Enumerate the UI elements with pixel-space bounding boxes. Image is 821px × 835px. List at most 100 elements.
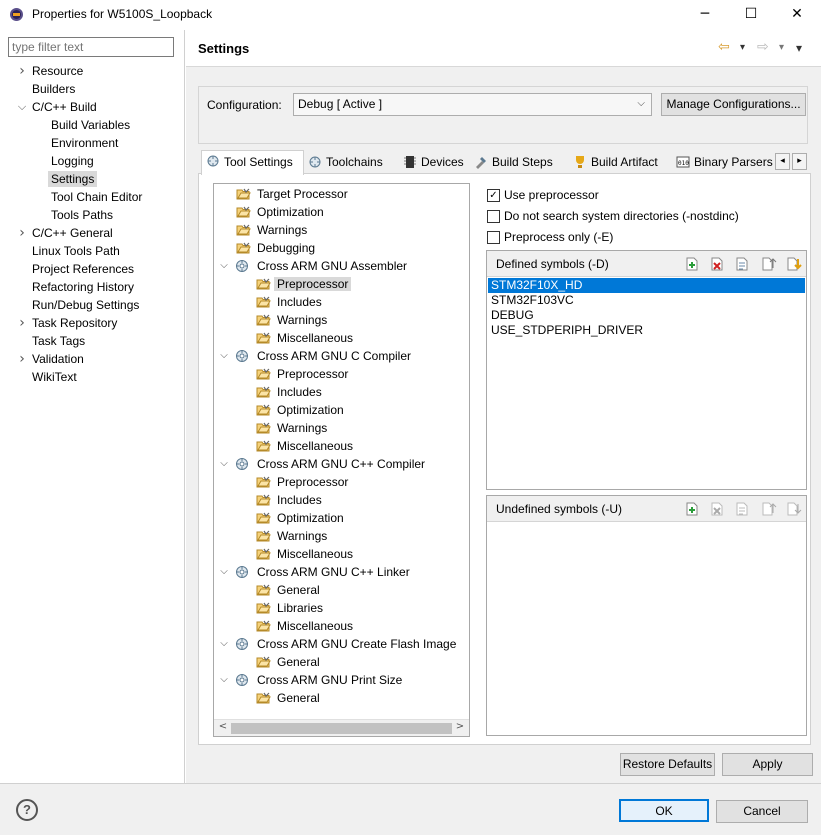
- sidebar-item-settings[interactable]: Settings: [48, 170, 98, 188]
- cancel-button[interactable]: Cancel: [716, 800, 808, 823]
- tree-option-item[interactable]: Warnings: [256, 527, 330, 545]
- tree-option-item[interactable]: General: [256, 653, 323, 671]
- tree-horizontal-scrollbar[interactable]: < >: [214, 719, 469, 736]
- tree-option-item[interactable]: Includes: [256, 293, 325, 311]
- sidebar-item-resource[interactable]: › Resource: [19, 62, 83, 80]
- tab-build-steps[interactable]: Build Steps: [470, 152, 553, 174]
- tree-option-item[interactable]: Optimization: [256, 509, 347, 527]
- sidebar-item-project-references[interactable]: Project References: [32, 260, 134, 278]
- sidebar-item-run-debug-settings[interactable]: Run/Debug Settings: [32, 296, 139, 314]
- move-up-icon[interactable]: [759, 500, 777, 518]
- tree-tool-item[interactable]: ⌵ Cross ARM GNU Assembler: [220, 257, 410, 275]
- chevron-right-icon[interactable]: ›: [16, 350, 28, 368]
- tree-option-item[interactable]: Preprocessor: [256, 275, 352, 293]
- chevron-down-icon[interactable]: ⌵: [218, 257, 230, 275]
- add-icon[interactable]: [683, 255, 701, 273]
- sidebar-item-logging[interactable]: Logging: [51, 152, 94, 170]
- tree-option-item[interactable]: Warnings: [236, 221, 310, 239]
- tab-scroll-left-icon[interactable]: ◂: [775, 153, 790, 170]
- tab-toolchains[interactable]: Toolchains: [304, 152, 383, 174]
- move-down-icon[interactable]: [784, 255, 802, 273]
- scroll-left-icon[interactable]: <: [215, 721, 231, 732]
- checkbox-icon[interactable]: [487, 231, 500, 244]
- move-up-icon[interactable]: [759, 255, 777, 273]
- sidebar-item-refactoring-history[interactable]: Refactoring History: [32, 278, 134, 296]
- sidebar-item-builders[interactable]: Builders: [32, 80, 75, 98]
- tree-option-item[interactable]: Miscellaneous: [256, 617, 356, 635]
- sidebar-item-tools-paths[interactable]: Tools Paths: [51, 206, 113, 224]
- close-window-button[interactable]: ✕: [774, 0, 820, 30]
- tab-scroll-right-icon[interactable]: ▸: [792, 153, 807, 170]
- add-icon[interactable]: [683, 500, 701, 518]
- scrollbar-thumb[interactable]: [231, 723, 452, 734]
- use-preprocessor-checkbox[interactable]: ✓ Use preprocessor: [487, 186, 599, 204]
- restore-defaults-button[interactable]: Restore Defaults: [620, 753, 715, 776]
- apply-button[interactable]: Apply: [722, 753, 813, 776]
- symbol-item[interactable]: STM32F103VC: [488, 293, 805, 308]
- tree-option-item[interactable]: Debugging: [236, 239, 318, 257]
- configuration-select[interactable]: Debug [ Active ] ⌵: [293, 93, 652, 116]
- forward-dropdown-icon[interactable]: ▾: [779, 42, 784, 53]
- sidebar-item-task-tags[interactable]: Task Tags: [32, 332, 85, 350]
- tab-build-artifact[interactable]: Build Artifact: [569, 152, 658, 174]
- view-menu-icon[interactable]: ▾: [796, 41, 802, 55]
- symbol-item[interactable]: USE_STDPERIPH_DRIVER: [488, 323, 805, 338]
- tree-option-item[interactable]: General: [256, 581, 323, 599]
- back-arrow-icon[interactable]: ⇦: [718, 39, 730, 55]
- sidebar-item-task-repository[interactable]: › Task Repository: [19, 314, 117, 332]
- chevron-down-icon[interactable]: ⌵: [218, 455, 230, 473]
- delete-icon[interactable]: [708, 255, 726, 273]
- sidebar-item-validation[interactable]: › Validation: [19, 350, 84, 368]
- tree-option-item[interactable]: Target Processor: [236, 185, 351, 203]
- back-dropdown-icon[interactable]: ▾: [740, 42, 745, 53]
- tree-option-item[interactable]: Warnings: [256, 419, 330, 437]
- chevron-right-icon[interactable]: ›: [16, 224, 28, 242]
- chevron-down-icon[interactable]: ⌵: [218, 671, 230, 689]
- sidebar-item-build-variables[interactable]: Build Variables: [51, 116, 130, 134]
- preprocess-only-checkbox[interactable]: Preprocess only (-E): [487, 228, 613, 246]
- manage-configurations-button[interactable]: Manage Configurations...: [661, 93, 806, 116]
- tree-tool-item[interactable]: ⌵ Cross ARM GNU Create Flash Image: [220, 635, 459, 653]
- sidebar-item-environment[interactable]: Environment: [51, 134, 118, 152]
- tab-tool-settings[interactable]: Tool Settings: [201, 150, 304, 175]
- edit-icon[interactable]: [733, 255, 751, 273]
- sidebar-item-c-c-build[interactable]: ⌵ C/C++ Build: [18, 98, 97, 116]
- symbol-item[interactable]: STM32F10X_HD: [488, 278, 805, 293]
- tree-option-item[interactable]: Libraries: [256, 599, 326, 617]
- sidebar-item-c-c-general[interactable]: › C/C++ General: [19, 224, 113, 242]
- ok-button[interactable]: OK: [619, 799, 709, 822]
- sidebar-item-linux-tools-path[interactable]: Linux Tools Path: [32, 242, 120, 260]
- move-down-icon[interactable]: [784, 500, 802, 518]
- tree-option-item[interactable]: Preprocessor: [256, 365, 351, 383]
- tree-option-item[interactable]: Includes: [256, 383, 325, 401]
- defined-symbols-list[interactable]: STM32F10X_HD STM32F103VC DEBUG USE_STDPERIP…: [487, 278, 806, 338]
- tree-tool-item[interactable]: ⌵ Cross ARM GNU C++ Compiler: [220, 455, 428, 473]
- tree-option-item[interactable]: Optimization: [256, 401, 347, 419]
- forward-arrow-icon[interactable]: ⇨: [757, 39, 769, 55]
- tree-tool-item[interactable]: ⌵ Cross ARM GNU Print Size: [220, 671, 405, 689]
- undefined-symbols-list[interactable]: [487, 523, 806, 733]
- tree-option-item[interactable]: Warnings: [256, 311, 330, 329]
- chevron-down-icon[interactable]: ⌵: [218, 563, 230, 581]
- tree-option-item[interactable]: Miscellaneous: [256, 437, 356, 455]
- chevron-right-icon[interactable]: ›: [16, 314, 28, 332]
- sidebar-item-wikitext[interactable]: WikiText: [32, 368, 77, 386]
- nostdinc-checkbox[interactable]: Do not search system directories (-nostd…: [487, 207, 739, 225]
- checkbox-icon[interactable]: [487, 210, 500, 223]
- tree-option-item[interactable]: Miscellaneous: [256, 545, 356, 563]
- maximize-button[interactable]: ☐: [728, 0, 774, 30]
- filter-input[interactable]: [8, 37, 174, 57]
- tree-tool-item[interactable]: ⌵ Cross ARM GNU C++ Linker: [220, 563, 413, 581]
- scroll-right-icon[interactable]: >: [452, 721, 468, 732]
- minimize-button[interactable]: ─: [682, 0, 728, 30]
- symbol-item[interactable]: DEBUG: [488, 308, 805, 323]
- tab-devices[interactable]: Devices: [399, 152, 464, 174]
- tree-option-item[interactable]: Miscellaneous: [256, 329, 356, 347]
- chevron-down-icon[interactable]: ⌵: [218, 347, 230, 365]
- delete-icon[interactable]: [708, 500, 726, 518]
- tree-option-item[interactable]: Optimization: [236, 203, 327, 221]
- checkbox-icon[interactable]: ✓: [487, 189, 500, 202]
- edit-icon[interactable]: [733, 500, 751, 518]
- tab-binary-parsers[interactable]: 010 Binary Parsers: [672, 152, 773, 174]
- sidebar-item-tool-chain-editor[interactable]: Tool Chain Editor: [51, 188, 142, 206]
